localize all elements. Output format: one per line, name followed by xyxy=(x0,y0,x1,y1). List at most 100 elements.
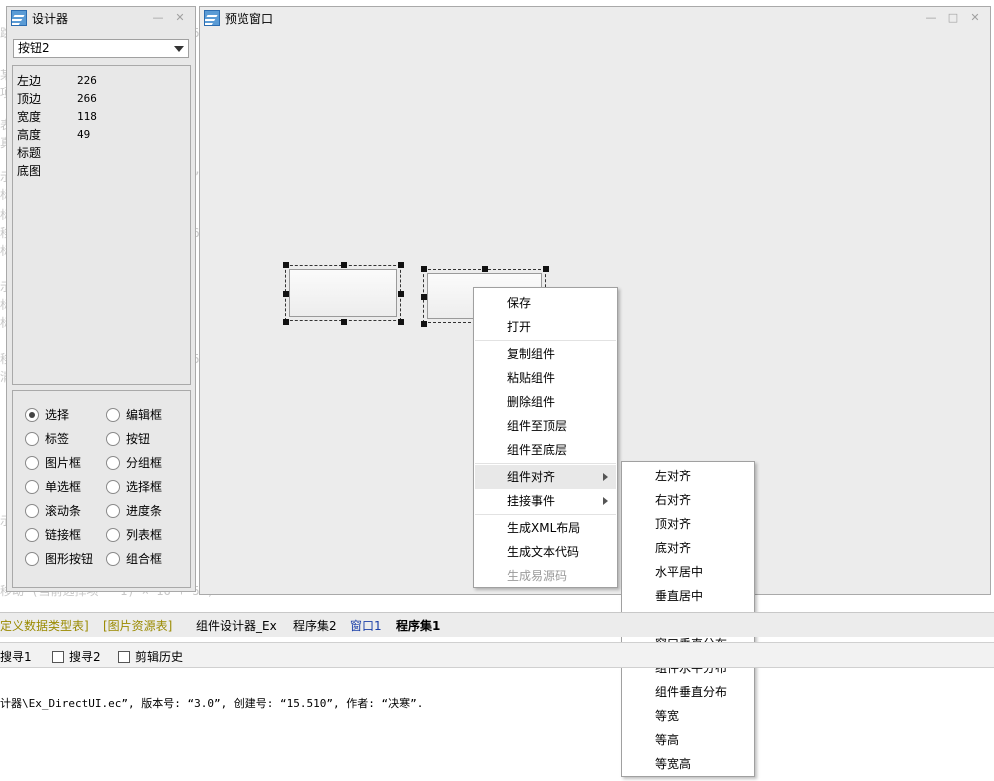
property-value[interactable]: 226 xyxy=(77,72,97,90)
tool-radio[interactable]: 图形按钮 xyxy=(25,550,93,567)
align-menu-item[interactable]: 等高 xyxy=(623,728,753,752)
radio-button-icon[interactable] xyxy=(106,479,120,494)
radio-button-icon[interactable] xyxy=(25,527,39,542)
radio-button-icon[interactable] xyxy=(106,503,120,518)
align-menu-item[interactable]: 组件垂直分布 xyxy=(623,680,753,704)
context-menu-item[interactable]: 打开 xyxy=(475,315,616,339)
tool-radio-label: 编辑框 xyxy=(126,408,163,422)
resize-handle[interactable] xyxy=(543,266,549,272)
output-tab-label: 剪辑历史 xyxy=(135,650,184,664)
minimize-icon[interactable]: — xyxy=(924,12,938,24)
resize-handle[interactable] xyxy=(283,262,289,268)
resize-handle[interactable] xyxy=(482,266,488,272)
align-menu-item[interactable]: 底对齐 xyxy=(623,536,753,560)
property-row[interactable]: 顶边 266 xyxy=(17,90,97,108)
designer-panel: 设计器 — ✕ 按钮2 左边 226 顶边 266 宽度 118 高度 49 标题 底图 选择 编辑… xyxy=(6,6,196,592)
radio-button-icon[interactable] xyxy=(106,455,120,470)
file-tab[interactable]: 组件设计器_Ex xyxy=(196,617,277,634)
file-tab[interactable]: [图片资源表] xyxy=(103,617,172,634)
resize-handle[interactable] xyxy=(421,293,427,300)
context-menu-item[interactable]: 组件至顶层 xyxy=(475,414,616,438)
output-tab[interactable]: 搜寻1 xyxy=(0,648,32,665)
property-row[interactable]: 左边 226 xyxy=(17,72,97,90)
close-icon[interactable]: ✕ xyxy=(173,12,187,24)
file-tab[interactable]: 定义数据类型表] xyxy=(0,617,89,634)
tool-radio[interactable]: 分组框 xyxy=(106,454,162,471)
property-row[interactable]: 标题 xyxy=(17,144,77,162)
property-name: 宽度 xyxy=(17,110,42,124)
selected-button-component[interactable] xyxy=(285,265,401,321)
radio-button-icon[interactable] xyxy=(106,431,120,446)
align-menu-item[interactable]: 等宽高 xyxy=(623,752,753,776)
file-tab[interactable]: 程序集2 xyxy=(293,617,337,634)
property-value[interactable]: 49 xyxy=(77,126,90,144)
tool-radio[interactable]: 选择 xyxy=(25,406,69,423)
resize-handle[interactable] xyxy=(421,321,427,327)
radio-button-icon[interactable] xyxy=(25,551,39,566)
minimize-icon[interactable]: — xyxy=(151,12,165,24)
property-value[interactable]: 266 xyxy=(77,90,97,108)
preview-titlebar[interactable]: 预览窗口 — □ ✕ xyxy=(200,7,990,29)
align-menu-item[interactable]: 垂直居中 xyxy=(623,584,753,608)
resize-handle[interactable] xyxy=(398,319,404,325)
tool-radio[interactable]: 标签 xyxy=(25,430,69,447)
context-menu-item[interactable]: 生成文本代码 xyxy=(475,540,616,564)
resize-handle[interactable] xyxy=(340,262,347,268)
context-menu-item[interactable]: 保存 xyxy=(475,291,616,315)
context-menu-item[interactable]: 生成XML布局 xyxy=(475,516,616,540)
context-menu-item[interactable]: 粘贴组件 xyxy=(475,366,616,390)
output-tab[interactable]: 剪辑历史 xyxy=(118,648,183,665)
align-menu-item[interactable]: 右对齐 xyxy=(623,488,753,512)
radio-button-icon[interactable] xyxy=(106,407,120,422)
tool-radio[interactable]: 列表框 xyxy=(106,526,162,543)
radio-button-icon[interactable] xyxy=(25,479,39,494)
tool-radio[interactable]: 进度条 xyxy=(106,502,162,519)
tool-radio-label: 图片框 xyxy=(45,456,82,470)
property-name: 高度 xyxy=(17,128,42,142)
chevron-right-icon xyxy=(603,473,608,481)
resize-handle[interactable] xyxy=(398,262,404,268)
radio-button-icon[interactable] xyxy=(25,455,39,470)
tool-radio[interactable]: 链接框 xyxy=(25,526,81,543)
context-menu-item[interactable]: 删除组件 xyxy=(475,390,616,414)
tool-radio[interactable]: 单选框 xyxy=(25,478,81,495)
output-tab[interactable]: 搜寻2 xyxy=(52,648,101,665)
align-menu-item[interactable]: 等宽 xyxy=(623,704,753,728)
context-menu-item[interactable]: 复制组件 xyxy=(475,342,616,366)
context-menu-item[interactable]: 组件至底层 xyxy=(475,438,616,462)
tool-radio[interactable]: 选择框 xyxy=(106,478,162,495)
tool-radio-label: 进度条 xyxy=(126,504,163,518)
file-tab[interactable]: 窗口1 xyxy=(350,617,382,634)
resize-handle[interactable] xyxy=(421,266,427,272)
tool-radio[interactable]: 按钮 xyxy=(106,430,150,447)
radio-button-icon[interactable] xyxy=(106,551,120,566)
close-icon[interactable]: ✕ xyxy=(968,12,982,24)
property-value[interactable]: 118 xyxy=(77,108,97,126)
property-row[interactable]: 高度 49 xyxy=(17,126,90,144)
resize-handle[interactable] xyxy=(398,290,404,297)
tool-radio[interactable]: 组合框 xyxy=(106,550,162,567)
radio-button-icon[interactable] xyxy=(25,431,39,446)
radio-button-icon[interactable] xyxy=(25,503,39,518)
output-tab-label: 搜寻2 xyxy=(69,650,101,664)
tool-radio[interactable]: 滚动条 xyxy=(25,502,81,519)
resize-handle[interactable] xyxy=(340,319,347,325)
file-tab[interactable]: 程序集1 xyxy=(396,617,440,634)
component-select[interactable]: 按钮2 xyxy=(13,39,189,58)
align-menu-item[interactable]: 左对齐 xyxy=(623,464,753,488)
context-menu-item[interactable]: 挂接事件 xyxy=(475,489,616,513)
context-menu-item[interactable]: 组件对齐 xyxy=(475,465,616,489)
resize-handle[interactable] xyxy=(283,319,289,325)
tool-radio[interactable]: 编辑框 xyxy=(106,406,162,423)
chevron-down-icon[interactable] xyxy=(174,46,184,52)
maximize-icon[interactable]: □ xyxy=(946,12,960,24)
property-row[interactable]: 宽度 118 xyxy=(17,108,97,126)
radio-button-icon[interactable] xyxy=(106,527,120,542)
align-menu-item[interactable]: 顶对齐 xyxy=(623,512,753,536)
property-row[interactable]: 底图 xyxy=(17,162,77,180)
designer-titlebar[interactable]: 设计器 — ✕ xyxy=(7,7,195,29)
radio-button-icon[interactable] xyxy=(25,407,39,422)
resize-handle[interactable] xyxy=(283,290,289,297)
tool-radio[interactable]: 图片框 xyxy=(25,454,81,471)
align-menu-item[interactable]: 水平居中 xyxy=(623,560,753,584)
